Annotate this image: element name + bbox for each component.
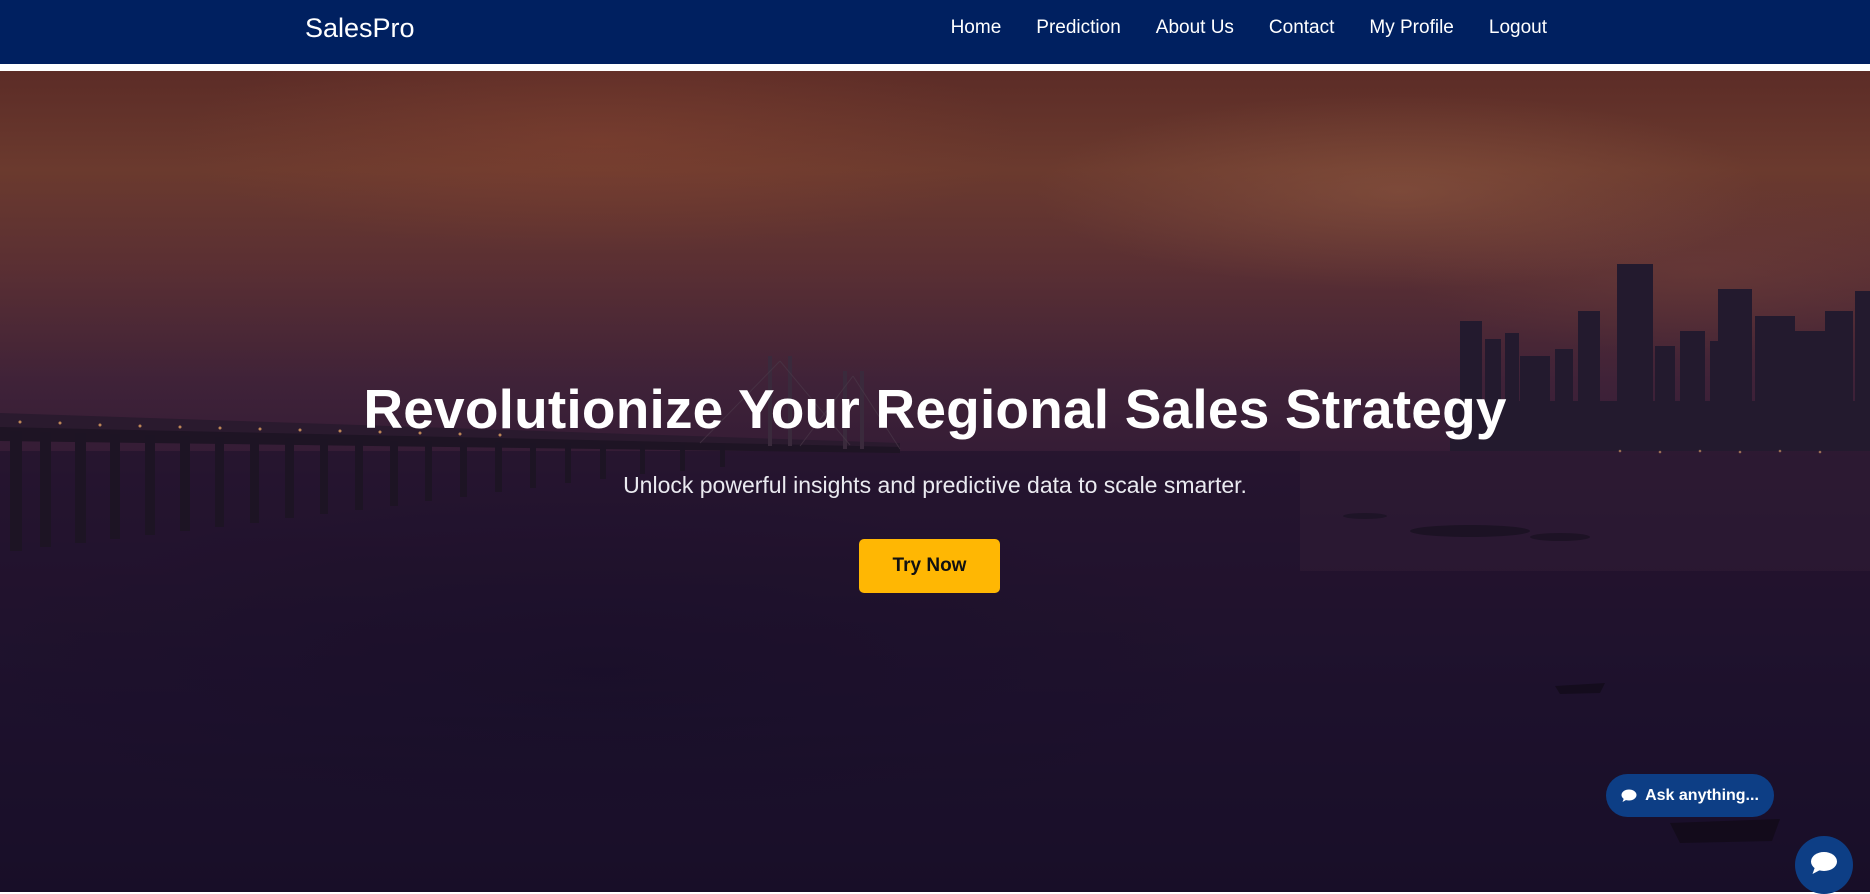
nav-link-logout[interactable]: Logout xyxy=(1489,17,1547,39)
brand-logo[interactable]: SalesPro xyxy=(305,13,415,44)
try-now-button[interactable]: Try Now xyxy=(859,539,1000,593)
top-navbar: SalesPro Home Prediction About Us Contac… xyxy=(0,0,1870,64)
chat-bubble-icon xyxy=(1810,851,1838,880)
nav-link-my-profile[interactable]: My Profile xyxy=(1369,17,1453,39)
hero-title: Revolutionize Your Regional Sales Strate… xyxy=(363,378,1507,440)
ask-anything-label: Ask anything... xyxy=(1645,786,1759,804)
nav-link-home[interactable]: Home xyxy=(951,17,1002,39)
nav-links: Home Prediction About Us Contact My Prof… xyxy=(951,0,1547,56)
nav-link-about-us[interactable]: About Us xyxy=(1156,17,1234,39)
speech-bubble-icon xyxy=(1621,789,1637,803)
nav-link-prediction[interactable]: Prediction xyxy=(1036,17,1121,39)
ask-anything-bubble[interactable]: Ask anything... xyxy=(1606,774,1774,817)
hero-subtitle: Unlock powerful insights and predictive … xyxy=(623,472,1247,498)
hero-section: Revolutionize Your Regional Sales Strate… xyxy=(0,71,1870,892)
nav-link-contact[interactable]: Contact xyxy=(1269,17,1334,39)
chat-launcher-button[interactable] xyxy=(1795,836,1853,894)
